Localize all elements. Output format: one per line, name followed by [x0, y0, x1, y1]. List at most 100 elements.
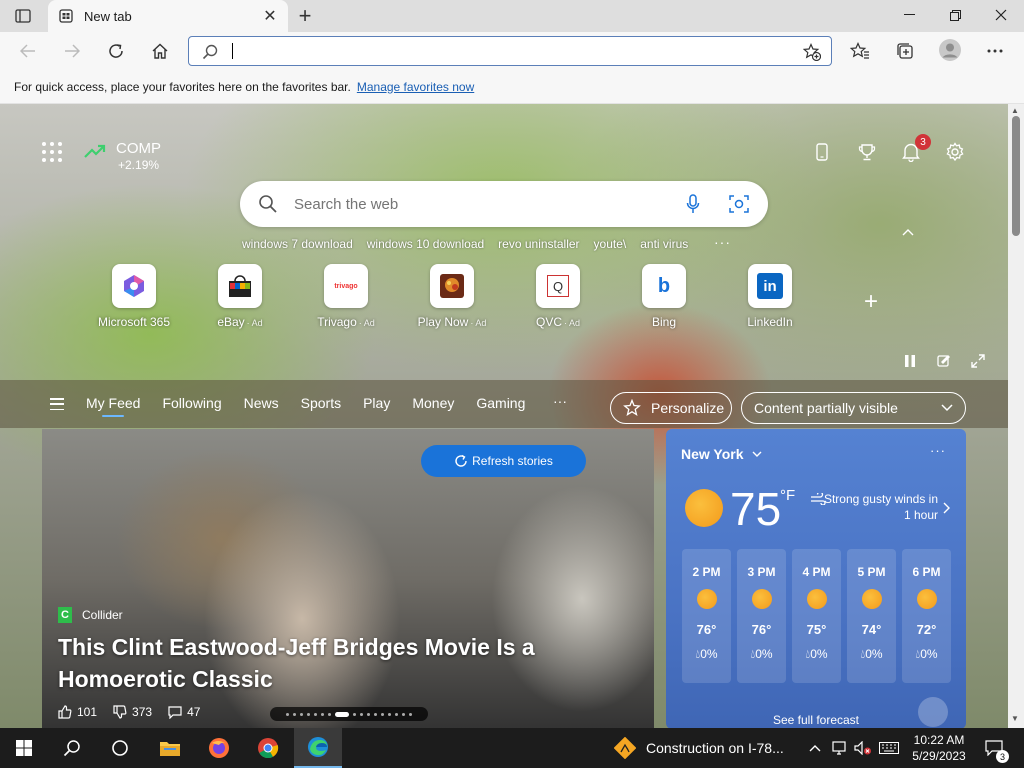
quick-link-play-now[interactable]: Play Now · Ad — [400, 264, 504, 329]
scroll-up-icon[interactable]: ▲ — [1011, 106, 1019, 115]
story-title[interactable]: This Clint Eastwood-Jeff Bridges Movie I… — [58, 631, 618, 695]
carousel-pager[interactable] — [270, 707, 428, 721]
chevron-right-icon[interactable] — [943, 502, 950, 514]
feed-more-button[interactable]: ··· — [553, 393, 567, 409]
add-favorite-icon[interactable] — [803, 43, 821, 61]
dislike-button[interactable]: 373 — [113, 705, 152, 719]
edge-button[interactable] — [294, 728, 342, 768]
chevron-up-icon[interactable] — [902, 228, 914, 236]
trending-item[interactable]: youte\ — [594, 237, 627, 251]
menu-icon[interactable] — [50, 398, 64, 410]
weather-more-button[interactable]: ··· — [930, 443, 946, 458]
system-clock[interactable]: 10:22 AM 5/29/2023 — [904, 732, 974, 764]
hourly-forecast-item[interactable]: 6 PM 72° 💧︎0% — [902, 549, 951, 683]
back-button[interactable] — [16, 40, 40, 62]
refresh-button[interactable] — [104, 40, 128, 62]
tab-following[interactable]: Following — [162, 395, 221, 411]
collections-button[interactable] — [894, 41, 916, 61]
trending-item[interactable]: windows 10 download — [367, 237, 484, 251]
news-widget[interactable]: Construction on I-78... — [614, 728, 784, 768]
taskbar-search-button[interactable] — [48, 728, 96, 768]
like-button[interactable]: 101 — [58, 705, 97, 719]
mobile-app-button[interactable] — [810, 140, 834, 164]
temperature-unit[interactable]: °F — [780, 487, 795, 504]
tab-sports[interactable]: Sports — [301, 395, 341, 411]
firefox-button[interactable] — [195, 728, 243, 768]
weather-alert[interactable]: Strong gusty winds in 1 hour — [814, 491, 938, 523]
quick-link-ebay[interactable]: eBay · Ad — [188, 264, 292, 329]
start-button[interactable] — [0, 728, 48, 768]
stock-ticker[interactable]: COMP +2.19% — [84, 140, 161, 172]
visual-search-icon[interactable] — [729, 194, 749, 214]
task-view-button[interactable] — [96, 728, 144, 768]
quick-link-qvc[interactable]: Q QVC · Ad — [506, 264, 610, 329]
close-window-button[interactable] — [978, 0, 1024, 30]
home-button[interactable] — [148, 40, 172, 62]
weather-location-dropdown[interactable]: New York — [681, 446, 762, 462]
page-settings-button[interactable] — [943, 140, 967, 164]
ad-label: · Ad — [358, 318, 375, 328]
web-search-input[interactable] — [294, 191, 654, 217]
file-explorer-button[interactable] — [146, 728, 194, 768]
tab-play[interactable]: Play — [363, 395, 390, 411]
profile-button[interactable] — [938, 38, 962, 62]
chrome-button[interactable] — [244, 728, 292, 768]
tab-my-feed[interactable]: My Feed — [86, 395, 140, 417]
page-scrollbar[interactable]: ▲ ▼ — [1008, 104, 1024, 728]
comment-icon — [168, 706, 182, 719]
trending-item[interactable]: revo uninstaller — [498, 237, 579, 251]
restore-button[interactable] — [932, 0, 978, 30]
refresh-stories-button[interactable]: Refresh stories — [421, 445, 586, 477]
tab-news[interactable]: News — [244, 395, 279, 411]
trending-item[interactable]: anti virus — [640, 237, 688, 251]
background-info-button[interactable] — [935, 352, 953, 370]
volume-tray-button[interactable] — [852, 728, 874, 768]
keyboard-tray-button[interactable] — [878, 728, 900, 768]
forecast-temp: 75° — [806, 622, 827, 637]
content-visibility-dropdown[interactable]: Content partially visible — [741, 392, 966, 424]
manage-favorites-link[interactable]: Manage favorites now — [357, 80, 474, 94]
address-input[interactable] — [232, 43, 233, 59]
web-search-box[interactable] — [240, 181, 768, 227]
app-launcher-icon[interactable] — [42, 142, 62, 162]
more-horizontal-icon — [987, 49, 1003, 53]
hourly-forecast-item[interactable]: 4 PM 75° 💧︎0% — [792, 549, 841, 683]
show-hidden-icons-button[interactable] — [806, 728, 824, 768]
favorites-button[interactable] — [849, 41, 871, 61]
tab-money[interactable]: Money — [412, 395, 454, 411]
quick-link-linkedin[interactable]: in LinkedIn — [718, 264, 822, 329]
hourly-forecast-item[interactable]: 2 PM 76° 💧︎0% — [682, 549, 731, 683]
pause-background-button[interactable] — [901, 352, 919, 370]
expand-background-button[interactable] — [969, 352, 987, 370]
new-tab-button[interactable]: + — [294, 3, 316, 28]
hourly-forecast-item[interactable]: 3 PM 76° 💧︎0% — [737, 549, 786, 683]
weather-card[interactable]: New York ··· 75 °F Strong gusty winds in… — [666, 429, 966, 728]
scroll-down-icon[interactable]: ▼ — [1011, 714, 1019, 723]
scrollbar-thumb[interactable] — [1012, 116, 1020, 236]
address-bar[interactable] — [188, 36, 832, 66]
chevron-up-icon — [809, 745, 821, 752]
action-center-button[interactable]: 3 — [980, 728, 1009, 768]
comment-button[interactable]: 47 — [168, 705, 200, 719]
trending-searches: windows 7 download windows 10 download r… — [242, 237, 688, 251]
notifications-button[interactable]: 3 — [899, 134, 931, 164]
trending-item[interactable]: windows 7 download — [242, 237, 353, 251]
quick-link-trivago[interactable]: trivago Trivago · Ad — [294, 264, 398, 329]
forward-button[interactable] — [60, 40, 84, 62]
network-tray-button[interactable] — [830, 728, 850, 768]
tab-actions-button[interactable] — [12, 6, 34, 26]
minimize-button[interactable] — [886, 0, 932, 30]
hourly-forecast-item[interactable]: 5 PM 74° 💧︎0% — [847, 549, 896, 683]
close-tab-icon[interactable]: ✕ — [262, 8, 278, 25]
rewards-button[interactable] — [855, 140, 879, 164]
weather-map-icon[interactable] — [918, 697, 948, 727]
trending-more-button[interactable]: ··· — [714, 234, 731, 250]
quick-link-bing[interactable]: b Bing — [612, 264, 716, 329]
microphone-icon[interactable] — [686, 194, 700, 214]
tab-new-tab[interactable]: New tab ✕ — [48, 0, 288, 32]
settings-more-button[interactable] — [984, 41, 1006, 61]
personalize-button[interactable]: Personalize — [610, 392, 732, 424]
quick-link-microsoft-365[interactable]: Microsoft 365 — [82, 264, 186, 329]
tab-gaming[interactable]: Gaming — [476, 395, 525, 411]
add-quick-link-button[interactable]: + — [864, 288, 878, 316]
